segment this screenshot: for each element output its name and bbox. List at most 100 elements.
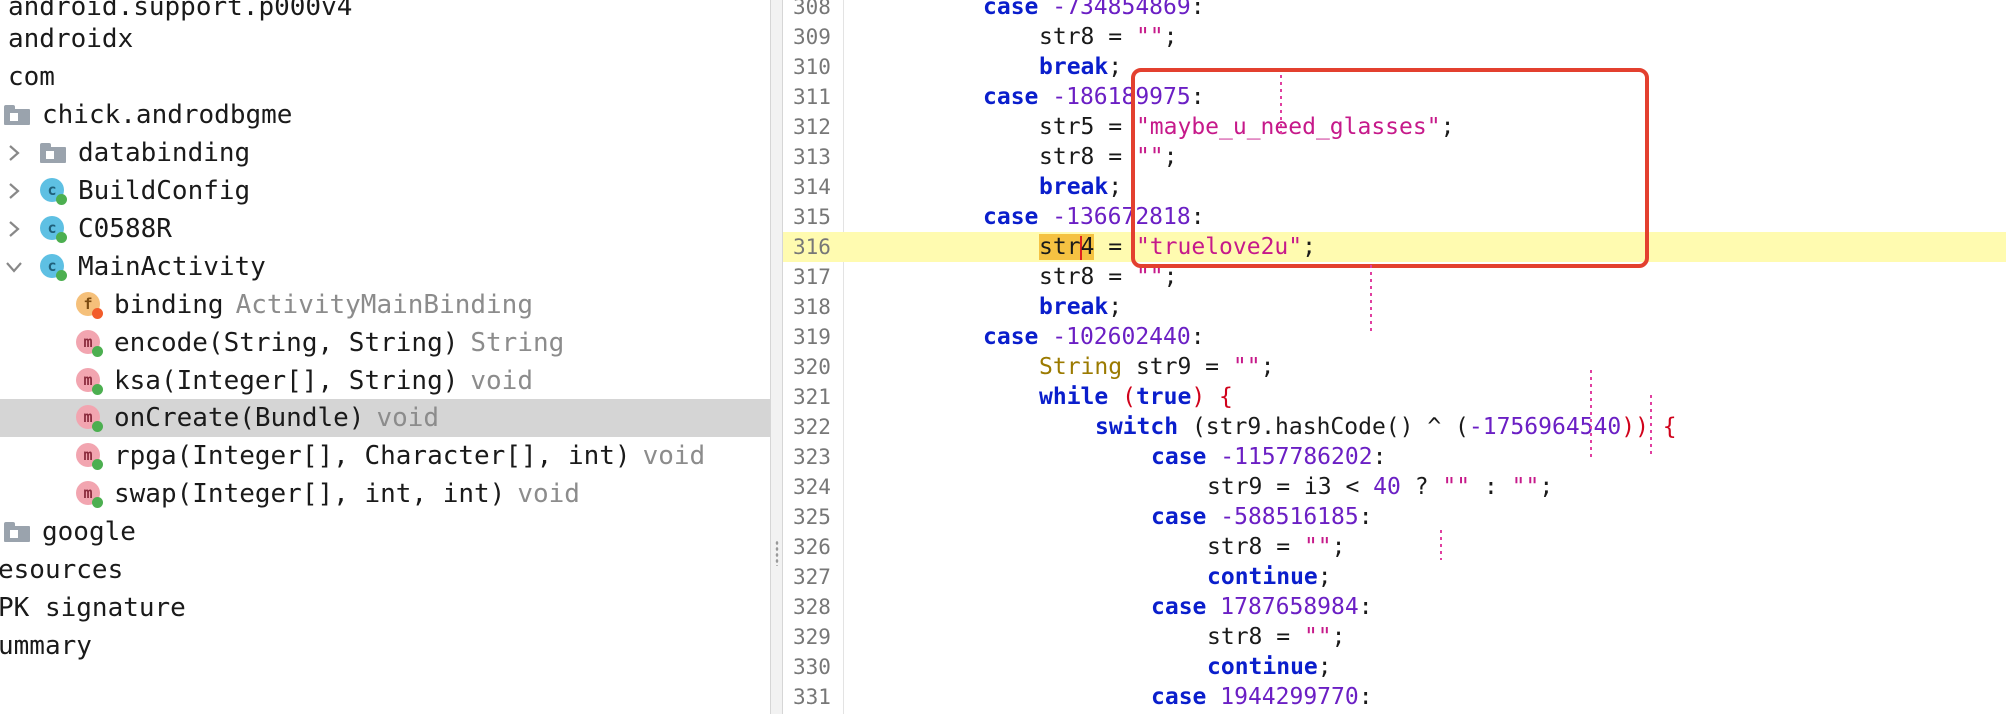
chevron-down-icon[interactable]: [4, 257, 24, 277]
tree-item-apk-signature[interactable]: PK signature: [0, 589, 770, 627]
line-number: 324: [793, 475, 831, 499]
code-token: str8 =: [1039, 144, 1136, 170]
code-line[interactable]: 315 case -136672818:: [783, 202, 2006, 232]
code-line[interactable]: 314 break;: [783, 172, 2006, 202]
tree-item-oncreate[interactable]: m onCreate(Bundle) void: [0, 399, 770, 437]
line-number: 326: [793, 535, 831, 559]
tree-item-databinding[interactable]: databinding: [0, 134, 770, 172]
chevron-right-icon[interactable]: [4, 143, 24, 163]
code-text: str4 = "truelove2u";: [1039, 232, 1316, 262]
tree-item-resources[interactable]: esources: [0, 551, 770, 589]
code-token: "": [1442, 474, 1471, 500]
line-number: 318: [793, 295, 831, 319]
code-token: case: [1151, 684, 1221, 710]
code-line[interactable]: 311 case -186189975:: [783, 82, 2006, 112]
code-line[interactable]: 309 str8 = "";: [783, 22, 2006, 52]
tree-item-google[interactable]: google: [0, 513, 770, 551]
chevron-right-icon[interactable]: [4, 219, 24, 239]
code-line[interactable]: 319 case -102602440:: [783, 322, 2006, 352]
code-text: break;: [1039, 172, 1122, 202]
tree-item-type: void: [517, 479, 580, 509]
code-token: 1787658984: [1220, 594, 1359, 620]
code-text: continue;: [1207, 652, 1332, 682]
code-token: case: [1151, 444, 1221, 470]
code-token: ;: [1163, 144, 1178, 170]
code-token: case: [983, 204, 1053, 230]
code-line[interactable]: 327 continue;: [783, 562, 2006, 592]
tree-item-chick-androdbgme[interactable]: chick.androdbgme: [0, 96, 770, 134]
code-token: str8 =: [1039, 264, 1136, 290]
chevron-right-icon[interactable]: [4, 181, 24, 201]
code-token: break: [1039, 294, 1109, 320]
tree-item-ksa[interactable]: m ksa(Integer[], String) void: [0, 362, 770, 400]
code-token: (: [1108, 384, 1136, 410]
tree-item-summary[interactable]: ummary: [0, 627, 770, 665]
code-line[interactable]: 328 case 1787658984:: [783, 592, 2006, 622]
code-token: continue: [1207, 564, 1318, 590]
code-line[interactable]: 325 case -588516185:: [783, 502, 2006, 532]
tree-item-mainactivity[interactable]: c MainActivity: [0, 248, 770, 286]
code-token: ;: [1108, 54, 1123, 80]
code-line[interactable]: 330 continue;: [783, 652, 2006, 682]
code-text: case 1787658984:: [1151, 592, 1373, 622]
line-number: 321: [793, 385, 831, 409]
tree-item-label: C0588R: [78, 214, 172, 244]
method-icon: m: [76, 330, 103, 357]
code-line[interactable]: 320 String str9 = "";: [783, 352, 2006, 382]
code-line[interactable]: 326 str8 = "";: [783, 532, 2006, 562]
code-token: (str9.hashCode() ^ (: [1178, 414, 1469, 440]
code-line[interactable]: 310 break;: [783, 52, 2006, 82]
tree-item-rpga[interactable]: m rpga(Integer[], Character[], int) void: [0, 437, 770, 475]
code-line[interactable]: 322 switch (str9.hashCode() ^ (-175696454…: [783, 412, 2006, 442]
code-token: "": [1135, 24, 1164, 50]
line-number: 310: [793, 55, 831, 79]
code-token: ?: [1400, 474, 1443, 500]
line-number: 314: [793, 175, 831, 199]
render-artifact: [1440, 530, 1442, 560]
tree-item-label: chick.androdbgme: [42, 100, 293, 130]
tree-item-swap[interactable]: m swap(Integer[], int, int) void: [0, 475, 770, 513]
tree-item-androidx[interactable]: androidx: [0, 20, 770, 58]
code-line[interactable]: 316 str4 = "truelove2u";: [783, 232, 2006, 262]
tree-item-com[interactable]: com: [0, 58, 770, 96]
render-artifact: [1650, 395, 1652, 455]
tree-item-type: String: [470, 328, 565, 358]
code-token: "": [1303, 534, 1332, 560]
panel-splitter[interactable]: [770, 0, 783, 714]
code-line[interactable]: 317 str8 = "";: [783, 262, 2006, 292]
code-token: ;: [1163, 264, 1178, 290]
code-line[interactable]: 308 case -734854869:: [783, 0, 2006, 22]
tree-item-label: databinding: [78, 138, 251, 168]
code-editor[interactable]: 308 case -734854869: 309 str8 = ""; 310 break…: [783, 0, 2006, 714]
code-token: break: [1039, 54, 1109, 80]
tree-item-type: void: [470, 366, 533, 396]
code-token: ;: [1260, 354, 1275, 380]
code-line[interactable]: 329 str8 = "";: [783, 622, 2006, 652]
code-line[interactable]: 321 while (true) {: [783, 382, 2006, 412]
code-text: str9 = i3 < 40 ? "" : "";: [1207, 472, 1553, 502]
code-text: case 1944299770:: [1151, 682, 1373, 712]
drag-handle-icon[interactable]: [775, 540, 779, 566]
code-token: :: [1190, 204, 1205, 230]
render-artifact: [1280, 75, 1282, 135]
code-token: :: [1470, 474, 1512, 500]
tree-item-label: com: [8, 62, 55, 92]
code-line[interactable]: 318 break;: [783, 292, 2006, 322]
code-line[interactable]: 331 case 1944299770:: [783, 682, 2006, 712]
code-line[interactable]: 324 str9 = i3 < 40 ? "" : "";: [783, 472, 2006, 502]
code-line[interactable]: 312 str5 = "maybe_u_need_glasses";: [783, 112, 2006, 142]
tree-item-c0588r[interactable]: c C0588R: [0, 210, 770, 248]
tree-item-label: android.support.p000v4: [8, 0, 353, 22]
tree-item-binding[interactable]: f binding ActivityMainBinding: [0, 286, 770, 324]
code-line[interactable]: 323 case -1157786202:: [783, 442, 2006, 472]
code-token: str8 =: [1039, 24, 1136, 50]
tree-item-type: void: [376, 403, 440, 433]
tree-item-encode[interactable]: m encode(String, String) String: [0, 324, 770, 362]
tree-item-buildconfig[interactable]: c BuildConfig: [0, 172, 770, 210]
code-token: ;: [1302, 234, 1316, 260]
code-text: str8 = "";: [1207, 622, 1346, 652]
code-token: ;: [1108, 294, 1123, 320]
line-number: 325: [793, 505, 831, 529]
tree-item-label: ummary: [0, 631, 92, 661]
code-line[interactable]: 313 str8 = "";: [783, 142, 2006, 172]
